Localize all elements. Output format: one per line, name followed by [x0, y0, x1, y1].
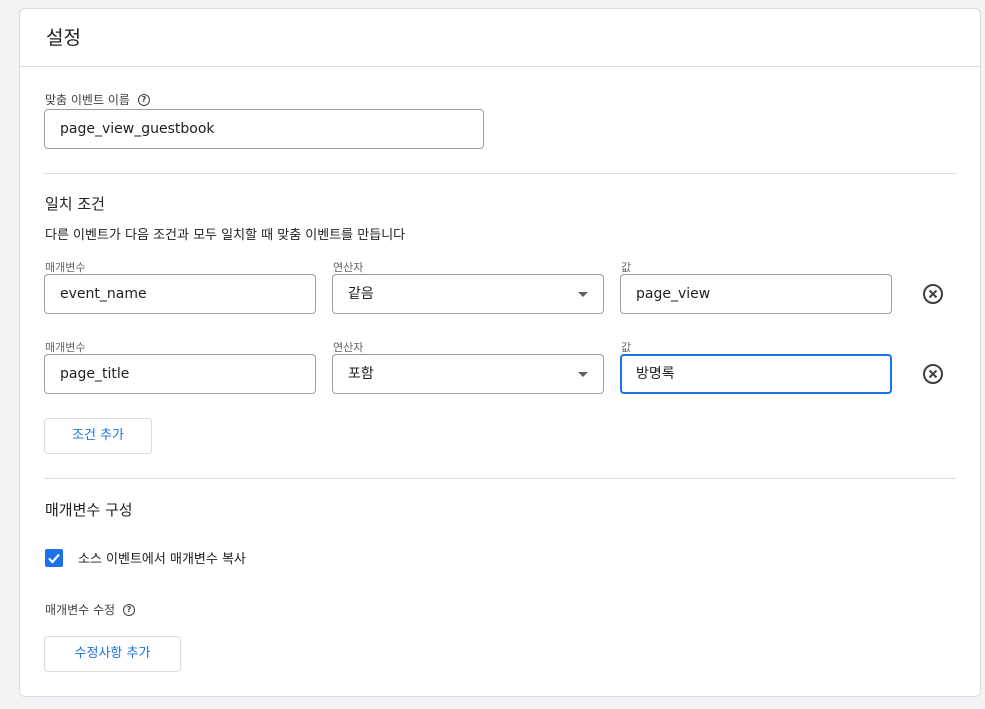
modify-parameters-label-row: 매개변수 수정 ?	[45, 601, 136, 618]
operator-select-value: 포함	[348, 366, 374, 382]
custom-event-name-label: 맞춤 이벤트 이름	[45, 93, 130, 107]
match-conditions-description: 다른 이벤트가 다음 조건과 모두 일치할 때 맞춤 이벤트를 만듭니다	[45, 228, 406, 243]
value-input[interactable]: page_view	[620, 274, 892, 314]
parameter-label: 매개변수	[45, 261, 86, 274]
operator-select[interactable]: 포함	[332, 354, 604, 394]
value-label: 값	[621, 261, 632, 274]
add-modification-button[interactable]: 수정사항 추가	[44, 636, 181, 672]
parameter-label: 매개변수	[45, 341, 86, 354]
operator-label: 연산자	[333, 341, 364, 354]
operator-select[interactable]: 같음	[332, 274, 604, 314]
help-icon[interactable]: ?	[123, 603, 136, 616]
parameter-input[interactable]: page_title	[44, 354, 316, 394]
operator-label: 연산자	[333, 261, 364, 274]
parameter-config-title: 매개변수 구성	[45, 501, 133, 519]
value-label: 값	[621, 341, 632, 354]
copy-parameters-checkbox[interactable]	[45, 549, 63, 567]
modify-parameters-label: 매개변수 수정	[45, 603, 116, 617]
copy-parameters-label[interactable]: 소스 이벤트에서 매개변수 복사	[78, 548, 246, 567]
operator-select-value: 같음	[348, 286, 374, 302]
check-icon	[48, 553, 60, 564]
card-title: 설정	[46, 27, 81, 49]
match-conditions-title: 일치 조건	[45, 195, 105, 213]
divider	[44, 173, 956, 174]
dropdown-arrow-icon	[578, 372, 588, 377]
settings-card: 설정 맞춤 이벤트 이름 ? page_view_guestbook 일치 조건…	[19, 8, 981, 697]
dropdown-arrow-icon	[578, 292, 588, 297]
help-icon[interactable]: ?	[137, 93, 150, 106]
custom-event-name-input[interactable]: page_view_guestbook	[44, 109, 484, 149]
custom-event-name-label-row: 맞춤 이벤트 이름 ?	[45, 91, 150, 108]
parameter-input[interactable]: event_name	[44, 274, 316, 314]
add-condition-button[interactable]: 조건 추가	[44, 418, 152, 454]
remove-circle-icon[interactable]	[922, 363, 944, 385]
divider	[44, 478, 956, 479]
remove-circle-icon[interactable]	[922, 283, 944, 305]
value-input[interactable]: 방명록	[620, 354, 892, 394]
card-header: 설정	[20, 9, 980, 67]
